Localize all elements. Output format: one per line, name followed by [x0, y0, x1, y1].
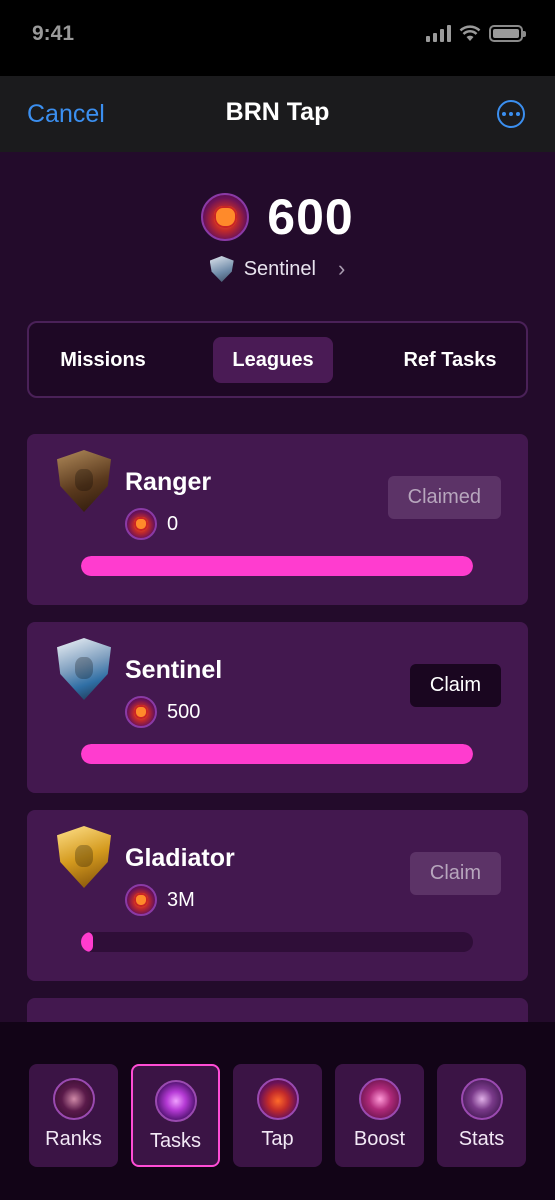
signal-icon [426, 24, 451, 42]
progress-bar [81, 744, 473, 764]
bronze-shield-icon [57, 450, 111, 512]
main-content: 600 Sentinel › Missions Leagues Ref Task… [0, 152, 555, 1022]
nav-bar: Cancel BRN Tap [0, 76, 555, 152]
progress-fill [81, 556, 473, 576]
bottom-nav-tap[interactable]: Tap [233, 1064, 322, 1167]
bottom-nav-tasks[interactable]: Tasks [131, 1064, 220, 1167]
league-card-gladiator: Gladiator 3M Claim [27, 810, 528, 981]
progress-fill [81, 744, 473, 764]
bottom-nav-label: Ranks [45, 1128, 102, 1150]
coin-icon [125, 696, 157, 728]
league-name: Gladiator [125, 844, 235, 872]
battery-icon [489, 24, 526, 42]
silver-shield-icon [209, 256, 234, 282]
balance-value: 600 [267, 189, 354, 245]
rank-label: Sentinel [243, 257, 316, 280]
claimed-button[interactable]: Claimed [387, 476, 501, 519]
current-rank[interactable]: Sentinel › [0, 256, 555, 282]
league-card-sentinel: Sentinel 500 Claim [27, 622, 528, 793]
league-name: Ranger [125, 468, 212, 496]
bottom-nav-ranks[interactable]: Ranks [29, 1064, 118, 1167]
segmented-tabs: Missions Leagues Ref Tasks [27, 321, 528, 398]
chevron-right-icon: › [337, 256, 346, 281]
silver-shield-icon [57, 638, 111, 700]
tab-ref-tasks[interactable]: Ref Tasks [385, 337, 515, 383]
bottom-nav-stats[interactable]: Stats [437, 1064, 526, 1167]
status-time: 9:41 [32, 22, 75, 45]
boost-icon [358, 1078, 401, 1120]
league-name: Sentinel [125, 656, 223, 684]
gold-shield-icon [57, 826, 111, 888]
league-reward: 0 [125, 508, 178, 540]
balance: 600 [0, 188, 555, 246]
reward-amount: 500 [167, 700, 201, 723]
claim-button-disabled[interactable]: Claim [409, 852, 501, 895]
bottom-nav-label: Boost [353, 1128, 406, 1150]
league-card-ranger: Ranger 0 Claimed [27, 434, 528, 605]
league-reward: 500 [125, 696, 200, 728]
tab-leagues[interactable]: Leagues [213, 337, 333, 383]
league-card-next [27, 998, 528, 1022]
bottom-nav: Ranks Tasks Tap Boost Stats [0, 1022, 555, 1200]
progress-bar [81, 932, 473, 952]
tap-icon [256, 1078, 299, 1120]
stats-icon [460, 1078, 503, 1120]
bottom-nav-label: Stats [458, 1128, 505, 1150]
reward-amount: 3M [167, 888, 195, 911]
progress-fill [81, 932, 93, 952]
league-reward: 3M [125, 884, 195, 916]
page-title: BRN Tap [225, 98, 330, 126]
bottom-nav-boost[interactable]: Boost [335, 1064, 424, 1167]
bottom-nav-label: Tap [261, 1128, 294, 1150]
reward-amount: 0 [167, 512, 179, 535]
tab-missions[interactable]: Missions [43, 337, 163, 383]
bottom-nav-label: Tasks [149, 1130, 202, 1152]
tasks-icon [154, 1080, 197, 1122]
wifi-icon [459, 24, 481, 41]
status-icons [426, 24, 526, 42]
progress-bar [81, 556, 473, 576]
coin-icon [125, 884, 157, 916]
ellipsis-circle-icon[interactable] [497, 100, 525, 128]
status-bar: 9:41 [0, 0, 555, 76]
ranks-icon [52, 1078, 95, 1120]
coin-icon [201, 193, 250, 241]
coin-icon [125, 508, 157, 540]
claim-button[interactable]: Claim [409, 664, 501, 707]
